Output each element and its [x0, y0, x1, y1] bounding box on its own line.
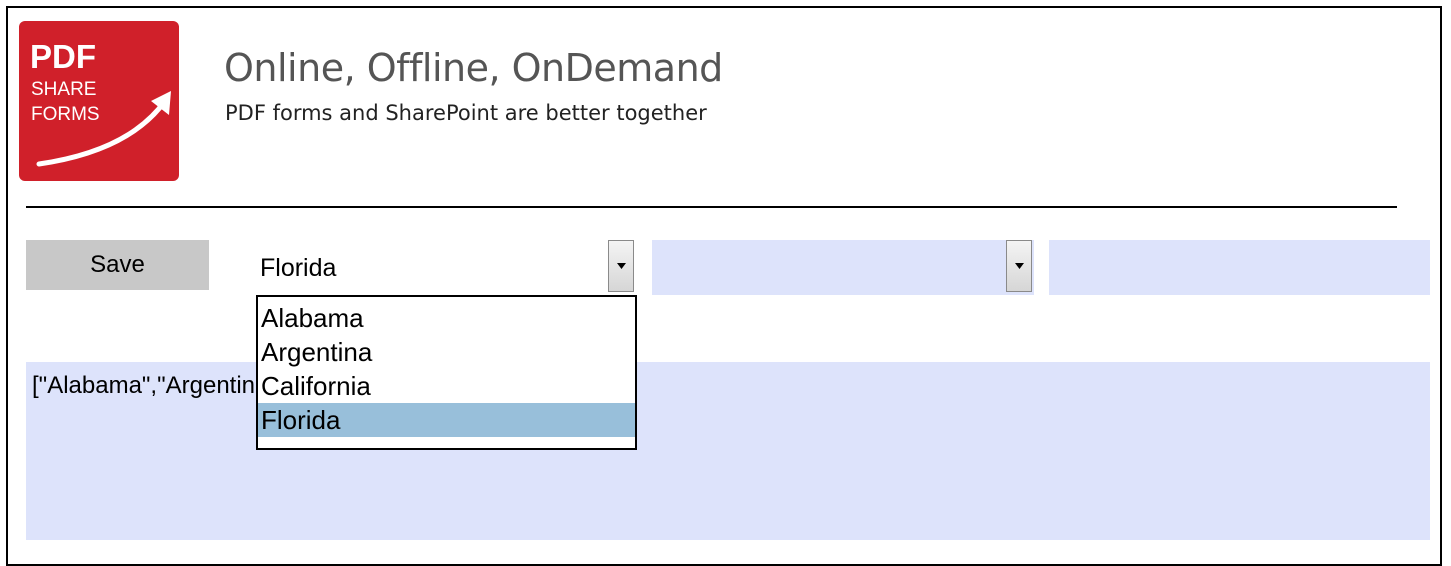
header-divider	[26, 206, 1397, 208]
state-select-toggle[interactable]	[608, 240, 634, 292]
chevron-down-icon	[1015, 263, 1024, 269]
save-button[interactable]: Save	[26, 240, 209, 290]
logo-line-share: SHARE	[31, 79, 96, 100]
pdf-share-forms-logo: PDF SHARE FORMS	[19, 21, 179, 181]
state-select-value: Florida	[260, 254, 337, 282]
dropdown-option[interactable]: California	[258, 369, 635, 403]
dropdown-option[interactable]: Argentina	[258, 335, 635, 369]
chevron-down-icon	[617, 263, 626, 269]
options-textarea[interactable]: ["Alabama","Argentina","California","Flo…	[26, 362, 1430, 540]
state-select[interactable]: Florida	[256, 240, 636, 295]
logo-line-pdf: PDF	[30, 38, 96, 75]
state-dropdown-list[interactable]: Alabama Argentina California Florida	[256, 295, 637, 450]
logo-line-forms: FORMS	[31, 104, 100, 125]
secondary-select-toggle[interactable]	[1006, 240, 1032, 292]
page-title: Online, Offline, OnDemand	[224, 46, 723, 90]
dropdown-option[interactable]: Alabama	[258, 301, 635, 335]
dropdown-option-selected[interactable]: Florida	[258, 403, 635, 437]
text-field[interactable]	[1049, 240, 1430, 295]
secondary-select[interactable]	[652, 240, 1034, 295]
page-subtitle: PDF forms and SharePoint are better toge…	[225, 101, 707, 125]
